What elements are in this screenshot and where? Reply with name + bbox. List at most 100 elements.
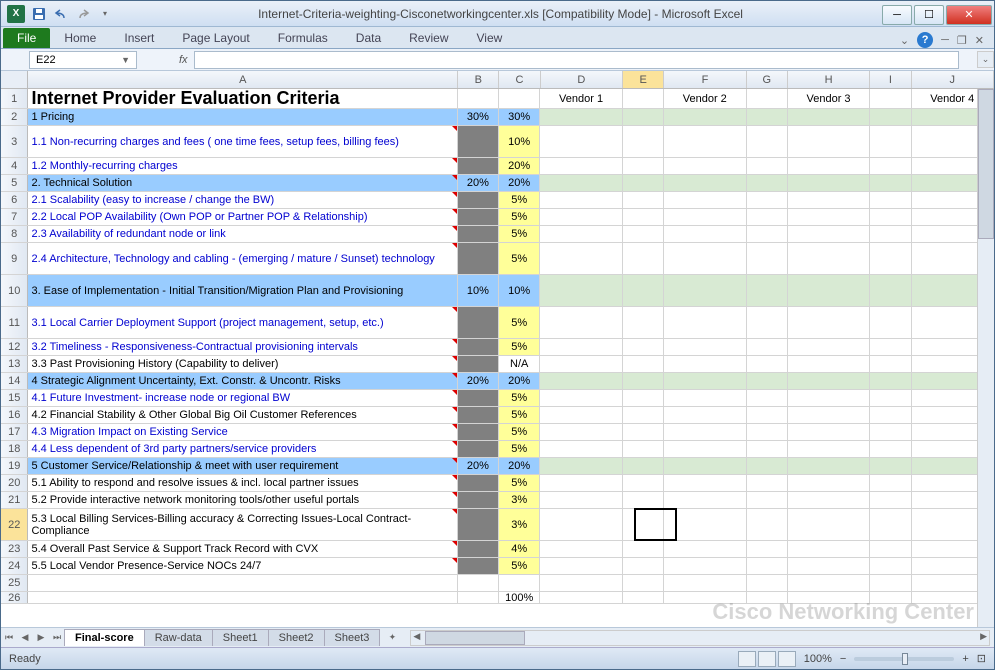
cell-A16[interactable]: 4.2 Financial Stability & Other Global B… — [28, 407, 457, 423]
cell-A15[interactable]: 4.1 Future Investment- increase node or … — [28, 390, 457, 406]
cell-E21[interactable] — [623, 492, 664, 508]
col-header-H[interactable]: H — [788, 71, 870, 88]
cell-B22[interactable] — [458, 509, 499, 540]
cell-D25[interactable] — [540, 575, 622, 591]
col-header-E[interactable]: E — [623, 71, 664, 88]
cell-E14[interactable] — [623, 373, 664, 389]
cell-I26[interactable] — [870, 592, 911, 603]
cell-H9[interactable] — [788, 243, 870, 274]
view-page-break-icon[interactable] — [778, 651, 796, 667]
doc-minimize-icon[interactable]: ─ — [941, 34, 949, 46]
cell-H15[interactable] — [788, 390, 870, 406]
minimize-button[interactable]: ─ — [882, 5, 912, 25]
cell-I22[interactable] — [870, 509, 911, 540]
cell-E16[interactable] — [623, 407, 664, 423]
tab-page-layout[interactable]: Page Layout — [168, 28, 263, 48]
cell-A23[interactable]: 5.4 Overall Past Service & Support Track… — [28, 541, 457, 557]
row-header[interactable]: 9 — [1, 243, 28, 274]
cell-E20[interactable] — [623, 475, 664, 491]
cell-D16[interactable] — [540, 407, 622, 423]
row-header[interactable]: 3 — [1, 126, 28, 157]
cell-F4[interactable] — [664, 158, 746, 174]
cell-G15[interactable] — [747, 390, 788, 406]
zoom-in-icon[interactable]: + — [962, 653, 968, 665]
cell-F22[interactable] — [664, 509, 746, 540]
cell-G22[interactable] — [747, 509, 788, 540]
cell-B11[interactable] — [458, 307, 499, 338]
cell-A17[interactable]: 4.3 Migration Impact on Existing Service — [28, 424, 457, 440]
cell-A22[interactable]: 5.3 Local Billing Services-Billing accur… — [28, 509, 457, 540]
row-header[interactable]: 2 — [1, 109, 28, 125]
row-header[interactable]: 19 — [1, 458, 28, 474]
col-header-C[interactable]: C — [499, 71, 540, 88]
cell-B24[interactable] — [458, 558, 499, 574]
cell-B9[interactable] — [458, 243, 499, 274]
col-header-J[interactable]: J — [912, 71, 994, 88]
cell-E15[interactable] — [623, 390, 664, 406]
cell-A24[interactable]: 5.5 Local Vendor Presence-Service NOCs 2… — [28, 558, 457, 574]
cell-I8[interactable] — [870, 226, 911, 242]
cell-E26[interactable] — [623, 592, 664, 603]
cell-D19[interactable] — [540, 458, 622, 474]
row-header[interactable]: 13 — [1, 356, 28, 372]
cell-H6[interactable] — [788, 192, 870, 208]
cell-H23[interactable] — [788, 541, 870, 557]
cell-I21[interactable] — [870, 492, 911, 508]
cell-A3[interactable]: 1.1 Non-recurring charges and fees ( one… — [28, 126, 457, 157]
cell-D3[interactable] — [540, 126, 622, 157]
cell-E5[interactable] — [623, 175, 664, 191]
cell-D15[interactable] — [540, 390, 622, 406]
cell-C8[interactable]: 5% — [499, 226, 540, 242]
cell-G25[interactable] — [747, 575, 788, 591]
save-icon[interactable] — [31, 6, 47, 22]
cell-D23[interactable] — [540, 541, 622, 557]
cell-G17[interactable] — [747, 424, 788, 440]
cell-G21[interactable] — [747, 492, 788, 508]
cell-C10[interactable]: 10% — [499, 275, 540, 306]
cell-H5[interactable] — [788, 175, 870, 191]
file-tab[interactable]: File — [3, 28, 50, 48]
cell-F26[interactable] — [664, 592, 746, 603]
cell-C4[interactable]: 20% — [499, 158, 540, 174]
formula-input[interactable] — [194, 51, 959, 69]
cell-B12[interactable] — [458, 339, 499, 355]
cell-B1[interactable] — [458, 89, 499, 108]
cell-E9[interactable] — [623, 243, 664, 274]
row-header[interactable]: 23 — [1, 541, 28, 557]
cell-H13[interactable] — [788, 356, 870, 372]
cell-C7[interactable]: 5% — [499, 209, 540, 225]
tab-data[interactable]: Data — [342, 28, 395, 48]
cell-E22[interactable] — [623, 509, 664, 540]
cell-B13[interactable] — [458, 356, 499, 372]
cell-E1[interactable] — [623, 89, 664, 108]
cell-A6[interactable]: 2.1 Scalability (easy to increase / chan… — [28, 192, 457, 208]
cell-F3[interactable] — [664, 126, 746, 157]
cell-B20[interactable] — [458, 475, 499, 491]
horizontal-scrollbar[interactable]: ◀ ▶ — [410, 630, 990, 646]
cell-C12[interactable]: 5% — [499, 339, 540, 355]
cell-G2[interactable] — [747, 109, 788, 125]
cell-A8[interactable]: 2.3 Availability of redundant node or li… — [28, 226, 457, 242]
cell-C14[interactable]: 20% — [499, 373, 540, 389]
cell-A1[interactable]: Internet Provider Evaluation Criteria — [28, 89, 457, 108]
cell-C25[interactable] — [499, 575, 540, 591]
cell-G26[interactable] — [747, 592, 788, 603]
cell-C6[interactable]: 5% — [499, 192, 540, 208]
cell-F17[interactable] — [664, 424, 746, 440]
cell-G18[interactable] — [747, 441, 788, 457]
cell-D21[interactable] — [540, 492, 622, 508]
row-header[interactable]: 17 — [1, 424, 28, 440]
sheet-nav-last-icon[interactable]: ⏭ — [49, 630, 65, 646]
cell-H21[interactable] — [788, 492, 870, 508]
cell-C22[interactable]: 3% — [499, 509, 540, 540]
cell-G12[interactable] — [747, 339, 788, 355]
select-all-corner[interactable] — [1, 71, 28, 88]
zoom-reset-icon[interactable]: ⊡ — [977, 652, 986, 665]
tab-formulas[interactable]: Formulas — [264, 28, 342, 48]
cell-B8[interactable] — [458, 226, 499, 242]
cell-D8[interactable] — [540, 226, 622, 242]
cell-H12[interactable] — [788, 339, 870, 355]
row-header[interactable]: 25 — [1, 575, 28, 591]
cell-I2[interactable] — [870, 109, 911, 125]
zoom-level[interactable]: 100% — [804, 653, 832, 665]
